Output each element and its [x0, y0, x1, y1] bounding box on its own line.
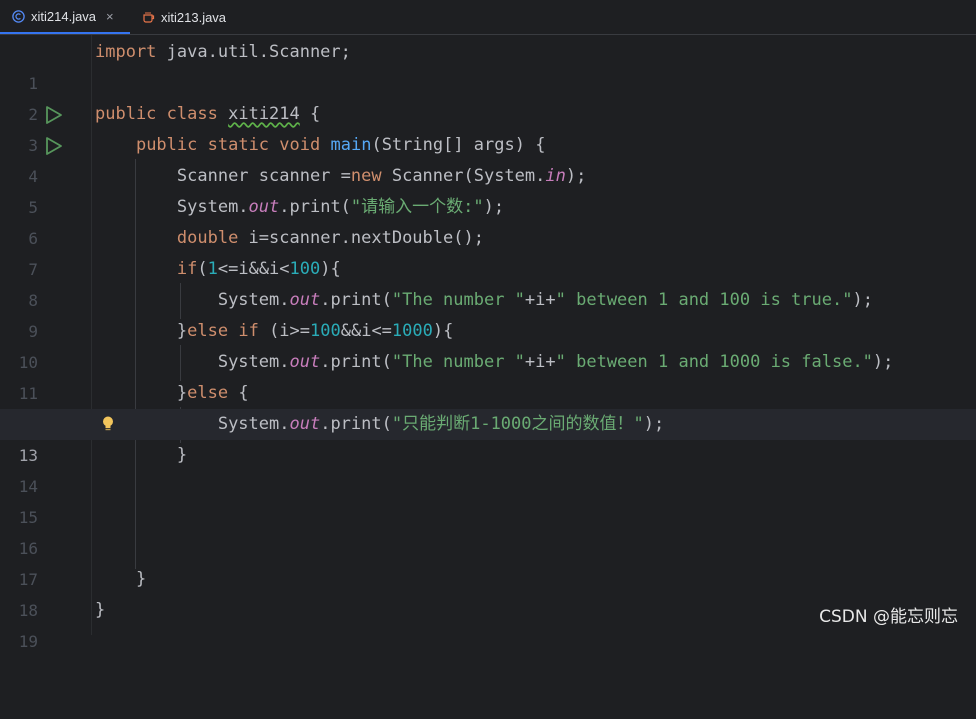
tab-xiti214[interactable]: xiti214.java ×: [0, 0, 130, 34]
code-text: }else {: [176, 383, 249, 403]
line-number: 19: [18, 632, 38, 651]
code-line[interactable]: 18 }: [0, 564, 976, 620]
code-line[interactable]: 16: [0, 502, 976, 558]
code-text: System.out.print("只能判断1-1000之间的数值！");: [217, 414, 665, 434]
code-text: }: [135, 569, 147, 589]
code-text: if(1<=i&&i<100){: [176, 259, 341, 279]
code-line[interactable]: 5 Scanner scanner =new Scanner(System.in…: [0, 161, 976, 217]
code-text: Scanner scanner =new Scanner(System.in);: [176, 166, 587, 186]
code-text: public class xiti214 {: [95, 104, 321, 124]
code-text: import java.util.Scanner;: [95, 42, 351, 62]
code-line[interactable]: 9 System.out.print("The number "+i+" bet…: [0, 285, 976, 341]
code-line[interactable]: 3 public class xiti214 {: [0, 99, 976, 155]
code-line[interactable]: 15: [0, 471, 976, 527]
java-file-icon: [143, 11, 155, 23]
code-line[interactable]: 11 System.out.print("The number "+i+" be…: [0, 347, 976, 403]
code-text: }: [176, 445, 188, 465]
code-line[interactable]: 4 public static void main(String[] args)…: [0, 130, 976, 186]
code-line[interactable]: 14 }: [0, 440, 976, 496]
code-line[interactable]: 1 import java.util.Scanner;: [0, 37, 976, 93]
code-line[interactable]: 8 if(1<=i&&i<100){: [0, 254, 976, 310]
code-text: System.out.print("请输入一个数:");: [176, 197, 505, 217]
code-text: System.out.print("The number "+i+" betwe…: [217, 352, 894, 372]
code-line[interactable]: 2: [0, 68, 976, 124]
editor-tab-bar: xiti214.java × xiti213.java: [0, 0, 976, 35]
code-line[interactable]: 7 double i=scanner.nextDouble();: [0, 223, 976, 279]
tab-label: xiti213.java: [161, 9, 227, 25]
code-line-current[interactable]: 13 System.out.print("只能判断1-1000之间的数值！");: [0, 409, 976, 465]
code-line[interactable]: 17: [0, 533, 976, 589]
run-icon[interactable]: [44, 105, 64, 125]
code-line[interactable]: 6 System.out.print("请输入一个数:");: [0, 192, 976, 248]
close-icon[interactable]: ×: [106, 9, 114, 24]
tab-label: xiti214.java: [31, 8, 97, 24]
code-line[interactable]: 10 }else if (i>=100&&i<=1000){: [0, 316, 976, 372]
code-line[interactable]: 12 }else {: [0, 378, 976, 434]
code-text: }: [95, 600, 106, 620]
code-text: double i=scanner.nextDouble();: [176, 228, 484, 248]
tab-xiti213[interactable]: xiti213.java: [130, 0, 240, 34]
java-class-icon: [12, 9, 25, 23]
code-text: }else if (i>=100&&i<=1000){: [176, 321, 454, 341]
run-icon[interactable]: [44, 136, 64, 156]
watermark: CSDN @能忘则忘: [819, 607, 958, 627]
code-text: System.out.print("The number "+i+" betwe…: [217, 290, 873, 310]
code-text: public static void main(String[] args) {: [135, 135, 546, 155]
code-editor[interactable]: 1 import java.util.Scanner; 2 3 public c…: [0, 35, 976, 651]
